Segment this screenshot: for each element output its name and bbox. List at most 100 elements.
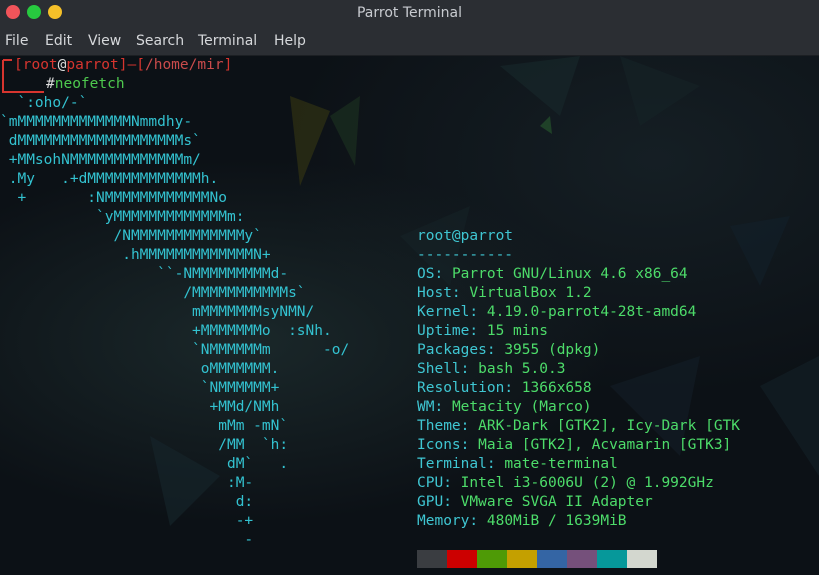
info-value: bash 5.0.3 xyxy=(478,361,566,377)
ascii-art-line: `:oho/-` xyxy=(0,95,88,111)
info-colon: : xyxy=(451,285,470,301)
ascii-art-line: /MM `h: xyxy=(0,437,289,453)
info-header: root@parrot xyxy=(417,228,514,244)
ascii-art-line: .My .+dMMMMMMMMMMMMMh. xyxy=(0,171,219,187)
prompt-user: root xyxy=(22,57,58,73)
menu-file[interactable]: File xyxy=(5,33,28,49)
info-colon: : xyxy=(443,475,461,491)
ascii-art-line: +MMsohNMMMMMMMMMMMMMm/ xyxy=(0,152,201,168)
prompt-path: /home/mir xyxy=(144,57,224,73)
info-value: mate-terminal xyxy=(504,456,618,472)
ascii-art-line: +MMMMMMMo :sNh. xyxy=(0,323,332,339)
info-key: Memory xyxy=(417,513,470,529)
info-key: OS xyxy=(417,266,435,282)
info-colon: : xyxy=(460,437,479,453)
info-row: GPU: VMware SVGA II Adapter xyxy=(417,494,653,510)
info-colon: : xyxy=(469,513,487,529)
info-value: VMware SVGA II Adapter xyxy=(460,494,653,510)
info-value: Metacity (Marco) xyxy=(451,399,592,415)
ascii-art-line: d: xyxy=(0,494,254,510)
info-colon: : xyxy=(460,418,479,434)
ascii-art-line: +MMd/NMh xyxy=(0,399,280,415)
info-row: Memory: 480MiB / 1639MiB xyxy=(417,513,627,529)
ascii-art-line: mMMMMMMMsyNMN/ xyxy=(0,304,315,320)
menu-view[interactable]: View xyxy=(88,33,121,49)
menu-bar: File Edit View Search Terminal Help xyxy=(0,28,819,56)
info-row: Resolution: 1366x658 xyxy=(417,380,592,396)
ascii-art-line: `NMMMMMMm -o/ xyxy=(0,342,350,358)
ascii-art-line: ``-NMMMMMMMMMd- xyxy=(0,266,289,282)
info-colon: : xyxy=(469,304,487,320)
info-colon: : xyxy=(434,266,452,282)
ascii-art-line: dMMMMMMMMMMMMMMMMMMMs` xyxy=(0,133,201,149)
ascii-art-line: /NMMMMMMMMMMMMMy` xyxy=(0,228,262,244)
menu-edit[interactable]: Edit xyxy=(45,33,72,49)
info-value: 1366x658 xyxy=(521,380,592,396)
palette-swatch xyxy=(417,550,447,568)
info-value: VirtualBox 1.2 xyxy=(469,285,592,301)
ascii-art-line: oMMMMMMM. xyxy=(0,361,280,377)
info-key: Packages xyxy=(417,342,487,358)
info-colon: : xyxy=(504,380,522,396)
info-value: 4.19.0-parrot4-28t-amd64 xyxy=(486,304,697,320)
info-value: Parrot GNU/Linux 4.6 x86_64 xyxy=(451,266,688,282)
info-value: Intel i3-6006U (2) @ 1.992GHz xyxy=(460,475,714,491)
info-key: CPU xyxy=(417,475,444,491)
info-colon: : xyxy=(486,456,505,472)
window-title: Parrot Terminal xyxy=(356,5,463,21)
info-row: CPU: Intel i3-6006U (2) @ 1.992GHz xyxy=(417,475,714,491)
ascii-art-line: - xyxy=(0,532,254,548)
menu-terminal[interactable]: Terminal xyxy=(198,33,257,49)
info-row: WM: Metacity (Marco) xyxy=(417,399,592,415)
info-row: Shell: bash 5.0.3 xyxy=(417,361,565,377)
info-value: Maia [GTK2], Acvamarin [GTK3] xyxy=(478,437,732,453)
info-key: WM xyxy=(417,399,435,415)
command-line: #neofetch xyxy=(46,76,125,92)
info-row: Packages: 3955 (dpkg) xyxy=(417,342,600,358)
ascii-art-line: `mMMMMMMMMMMMMMNmmdhy- xyxy=(0,114,193,130)
info-row: Kernel: 4.19.0-parrot4-28t-amd64 xyxy=(417,304,696,320)
info-key: Icons xyxy=(417,437,461,453)
palette-swatch xyxy=(567,550,597,568)
info-row: Terminal: mate-terminal xyxy=(417,456,618,472)
info-key: Shell xyxy=(417,361,461,377)
info-key: Kernel xyxy=(417,304,470,320)
palette-swatch xyxy=(507,550,537,568)
ascii-art-line: + :NMMMMMMMMMMMMNo xyxy=(0,190,227,206)
ascii-art-line: `yMMMMMMMMMMMMMm: xyxy=(0,209,245,225)
palette-swatch xyxy=(477,550,507,568)
info-key: Resolution xyxy=(417,380,505,396)
info-value: 3955 (dpkg) xyxy=(504,342,601,358)
info-key: Theme xyxy=(417,418,461,434)
info-colon: : xyxy=(443,494,461,510)
info-row: Uptime: 15 mins xyxy=(417,323,548,339)
info-separator: ----------- xyxy=(417,247,514,263)
info-colon: : xyxy=(469,323,487,339)
ascii-art-line: mMm -mN` xyxy=(0,418,289,434)
command-text: neofetch xyxy=(54,76,125,92)
ascii-art-line: /MMMMMMMMMMMs` xyxy=(0,285,306,301)
info-row: Theme: ARK-Dark [GTK2], Icy-Dark [GTK xyxy=(417,418,740,434)
terminal-window: Parrot Terminal File Edit View Search Te… xyxy=(0,0,819,575)
info-colon: : xyxy=(486,342,505,358)
info-key: Uptime xyxy=(417,323,470,339)
palette-swatch xyxy=(597,550,627,568)
info-colon: : xyxy=(434,399,452,415)
ascii-art-line: `NMMMMMM+ xyxy=(0,380,280,396)
info-key: Terminal xyxy=(417,456,487,472)
info-row: Icons: Maia [GTK2], Acvamarin [GTK3] xyxy=(417,437,731,453)
prompt-dash: — xyxy=(127,57,137,73)
menu-search[interactable]: Search xyxy=(136,33,184,49)
prompt-line: [root@parrot]—[/home/mir] xyxy=(14,57,233,73)
ascii-art-line: .hMMMMMMMMMMMMMN+ xyxy=(0,247,271,263)
menu-help[interactable]: Help xyxy=(274,33,306,49)
info-key: GPU xyxy=(417,494,444,510)
palette-swatch xyxy=(447,550,477,568)
prompt-symbol: # xyxy=(46,76,55,92)
palette-swatch xyxy=(627,550,657,568)
ascii-art-line: :M- xyxy=(0,475,254,491)
info-value: 480MiB / 1639MiB xyxy=(486,513,627,529)
terminal-output[interactable]: [root@parrot]—[/home/mir] #neofetch `:oh… xyxy=(0,56,819,575)
title-bar[interactable]: Parrot Terminal xyxy=(0,0,819,28)
ascii-art-line: -+ xyxy=(0,513,254,529)
